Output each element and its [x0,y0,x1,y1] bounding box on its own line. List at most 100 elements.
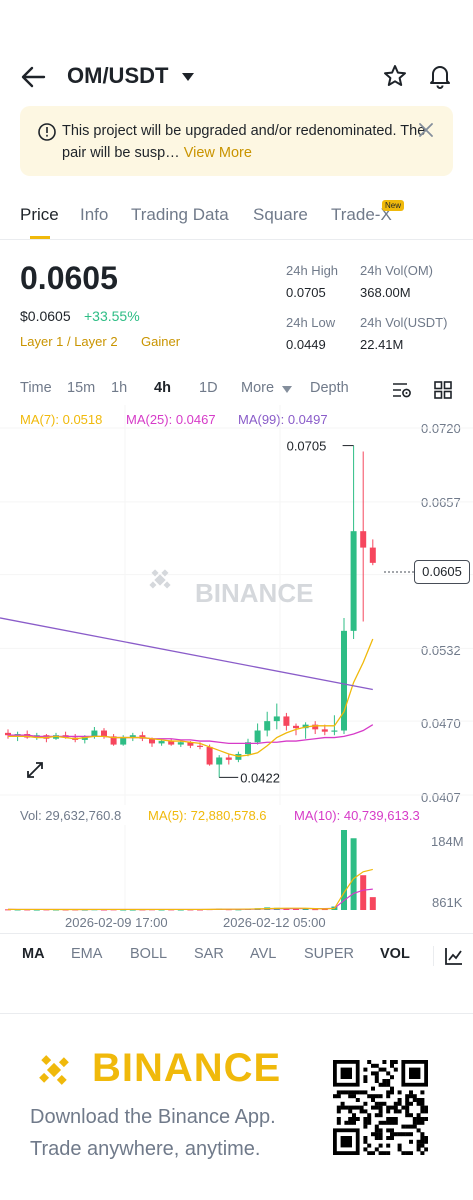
detail-tabs: Price Info Trading Data Square Trade-X N… [0,200,473,240]
indicator-bar: MA EMA BOLL SAR AVL SUPER VOL [0,944,473,968]
qr-module [412,1124,417,1129]
qr-module [359,1105,364,1110]
grid-layout-icon[interactable] [434,381,452,399]
candle-body [283,716,290,726]
new-badge: New [382,200,405,211]
candles [5,445,376,778]
qr-module [352,1094,356,1099]
qr-module [424,1147,428,1152]
qr-module [378,1105,383,1110]
divider [433,946,434,966]
qr-module [371,1094,375,1099]
qr-module [405,1151,410,1155]
indicator-avl[interactable]: AVL [250,946,276,962]
caret-down-icon[interactable] [182,72,194,82]
qr-module [374,1124,379,1129]
qr-module [336,1105,341,1110]
price-change-percent: +33.55% [84,308,140,324]
volume-bar [369,897,376,910]
tab-info[interactable]: Info [80,205,108,225]
qr-code-icon[interactable] [333,1060,428,1155]
tab-square[interactable]: Square [253,205,308,225]
qr-module [382,1120,387,1125]
interval-1d[interactable]: 1D [199,380,218,396]
indicator-boll[interactable]: BOLL [130,946,167,962]
interval-time[interactable]: Time [20,380,52,396]
candlestick-chart[interactable]: BINANCE 0.0705 0.0422 [0,405,473,805]
qr-module [420,1105,425,1110]
qr-module [374,1101,379,1106]
qr-module [386,1136,391,1140]
indicator-settings-icon[interactable] [444,946,464,966]
qr-module [336,1094,341,1099]
qr-module [336,1090,341,1095]
qr-module [390,1128,394,1133]
interval-more[interactable]: More [241,380,274,396]
favorite-star-icon[interactable] [383,64,407,88]
watermark-text: BINANCE [195,578,313,608]
candle-body [254,730,261,743]
qr-module [390,1060,394,1064]
qr-module [363,1120,368,1125]
interval-depth[interactable]: Depth [310,380,349,396]
qr-module [363,1101,368,1106]
qr-module [420,1101,425,1106]
qr-module [401,1151,406,1155]
high-label: 24h High [286,263,339,278]
qr-module [424,1105,428,1110]
chart-settings-icon[interactable] [392,381,412,399]
tab-price[interactable]: Price [20,205,59,225]
qr-module [363,1147,368,1152]
volume-chart [5,825,376,913]
indicator-super[interactable]: SUPER [304,946,354,962]
qr-module [420,1120,425,1125]
qr-module [382,1060,387,1064]
qr-module [378,1067,383,1072]
tag-gainer[interactable]: Gainer [141,334,180,349]
vol-usdt-value: 22.41M [360,337,404,352]
qr-module [374,1079,379,1083]
qr-module [336,1109,341,1114]
indicator-sar[interactable]: SAR [194,946,224,962]
qr-module [393,1109,398,1114]
indicator-ema[interactable]: EMA [71,946,102,962]
close-icon[interactable] [418,122,434,138]
interval-15m[interactable]: 15m [67,380,95,396]
back-arrow-icon[interactable] [20,65,46,89]
qr-module [386,1143,391,1148]
qr-module [359,1109,364,1114]
volume-ma10-line [7,888,373,911]
qr-module [367,1120,372,1125]
qr-module [374,1147,379,1152]
qr-module [378,1132,383,1137]
more-caret-icon[interactable] [282,386,292,393]
interval-1h[interactable]: 1h [111,380,127,396]
qr-module [405,1105,410,1110]
qr-module [367,1113,372,1118]
indicator-ma[interactable]: MA [22,946,45,962]
tag-layer[interactable]: Layer 1 / Layer 2 [20,334,118,349]
qr-module [378,1101,383,1106]
qr-module [363,1067,368,1072]
qr-module [416,1139,421,1144]
qr-module [363,1136,368,1140]
expand-chart-icon[interactable] [22,757,48,783]
view-more-link[interactable]: View More [184,145,252,161]
bell-alert-icon[interactable] [428,63,452,89]
qr-module [390,1120,394,1125]
qr-module [405,1109,410,1114]
qr-module [409,1124,413,1129]
tab-trading-data[interactable]: Trading Data [131,205,229,225]
qr-module [386,1082,391,1087]
indicator-vol[interactable]: VOL [380,946,410,962]
qr-module [378,1113,383,1118]
interval-4h[interactable]: 4h [154,380,171,396]
pair-title[interactable]: OM/USDT [67,63,168,89]
qr-module [393,1120,398,1125]
candle-body [273,716,280,722]
qr-module [409,1139,413,1144]
qr-module [409,1090,413,1095]
qr-module [363,1090,368,1095]
qr-module [386,1094,391,1099]
qr-module [420,1139,425,1144]
